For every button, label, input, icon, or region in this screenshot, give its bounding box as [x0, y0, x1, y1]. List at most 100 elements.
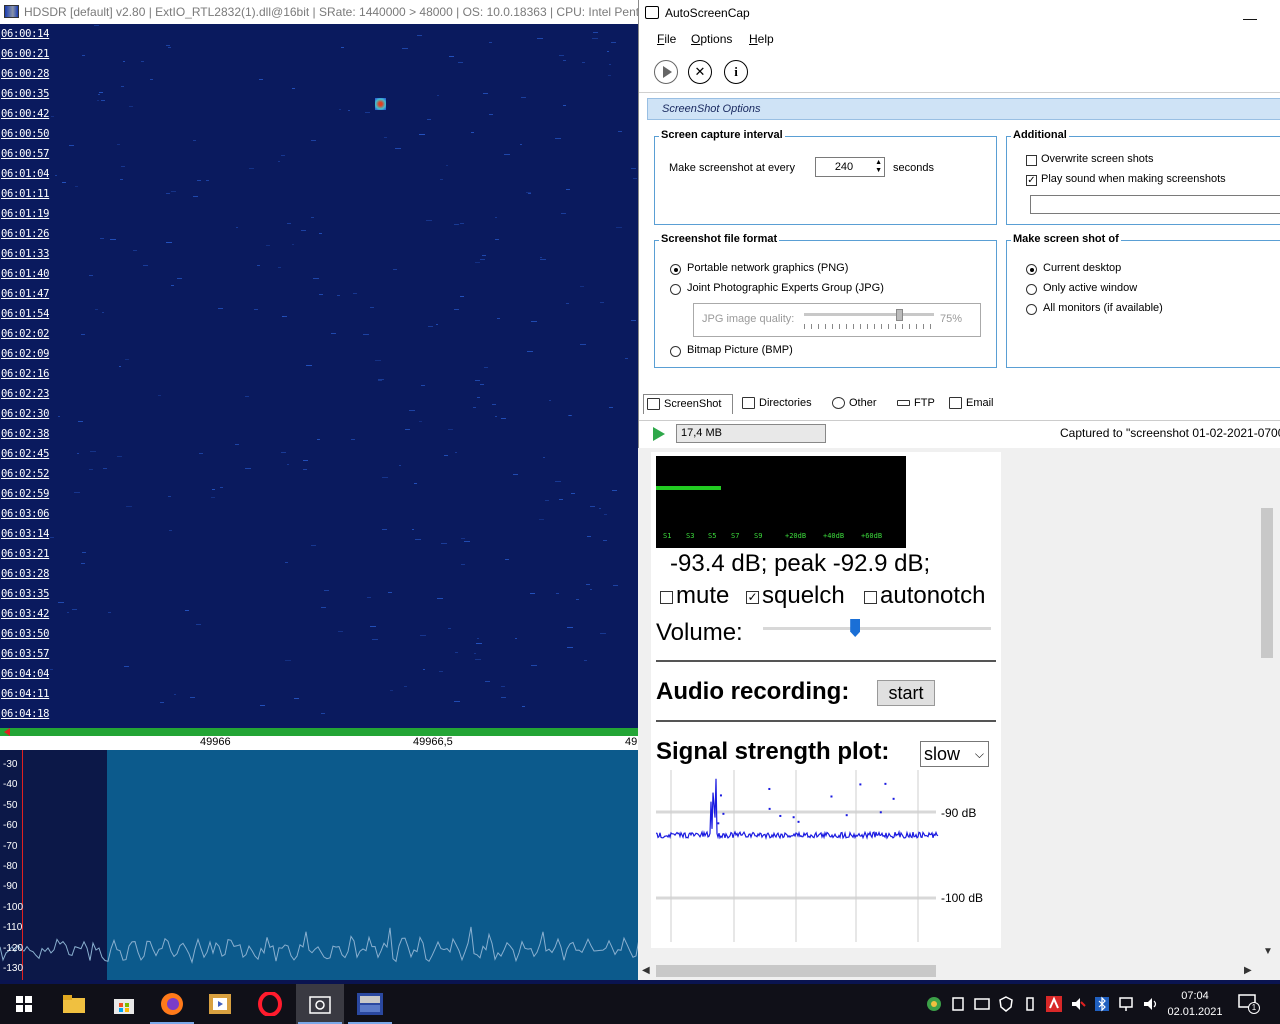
waterfall-noise: [384, 137, 387, 139]
antivirus-icon[interactable]: [1046, 996, 1062, 1012]
bmp-radio[interactable]: [670, 346, 681, 357]
info-button[interactable]: i: [724, 60, 748, 84]
spectrum-display[interactable]: [0, 750, 640, 980]
network-status-icon[interactable]: [926, 996, 942, 1012]
ethernet-icon[interactable]: [1118, 996, 1134, 1012]
sound-file-input[interactable]: [1030, 195, 1280, 214]
tab-screenshot[interactable]: ScreenShot: [643, 394, 733, 414]
frequency-bar[interactable]: [0, 728, 640, 736]
tab-other[interactable]: Other: [829, 394, 877, 414]
start-recording-button[interactable]: start: [877, 680, 935, 706]
waterfall-noise: [537, 38, 543, 40]
spectrum-db-label: -60: [3, 820, 18, 832]
waterfall-noise: [124, 666, 130, 668]
waterfall-noise: [448, 627, 451, 629]
scroll-right-icon[interactable]: ▶: [1244, 965, 1252, 976]
vertical-scroll-thumb[interactable]: [1261, 508, 1273, 658]
png-radio[interactable]: [670, 264, 681, 275]
waterfall-noise: [80, 562, 86, 564]
scroll-left-icon[interactable]: ◀: [642, 965, 650, 976]
security-shield-icon[interactable]: [998, 996, 1014, 1012]
waterfall-noise: [525, 191, 532, 193]
jpg-radio[interactable]: [670, 284, 681, 295]
taskbar-opera[interactable]: [246, 984, 294, 1024]
waterfall-noise: [421, 385, 426, 387]
waterfall-noise: [445, 164, 448, 166]
start-button[interactable]: [0, 984, 48, 1024]
waterfall-noise: [280, 451, 287, 453]
tab-directories[interactable]: Directories: [739, 394, 812, 414]
tune-marker-icon[interactable]: [4, 728, 10, 736]
bluetooth-icon[interactable]: [1094, 996, 1110, 1012]
device-icon[interactable]: [950, 996, 966, 1012]
menu-file[interactable]: File: [657, 32, 676, 46]
jpg-quality-track[interactable]: [804, 313, 934, 316]
taskbar-explorer[interactable]: [50, 984, 98, 1024]
waterfall-noise: [479, 384, 485, 386]
waterfall-noise: [592, 31, 599, 33]
volume-slider-track[interactable]: [763, 627, 991, 630]
waterfall-noise: [192, 139, 197, 141]
stop-capture-button[interactable]: ✕: [688, 60, 712, 84]
waterfall-noise: [382, 477, 388, 479]
play-sound-checkbox[interactable]: ✓: [1026, 175, 1037, 186]
spinner-arrows-icon[interactable]: ▲ ▼: [875, 159, 882, 175]
waterfall-noise: [464, 540, 471, 542]
taskbar-media[interactable]: [196, 984, 244, 1024]
autonotch-checkbox[interactable]: [864, 591, 877, 604]
waterfall-noise: [69, 144, 75, 146]
interval-value[interactable]: 240: [835, 161, 853, 173]
spectrum-db-label: -120: [3, 942, 24, 954]
plot-speed-select[interactable]: slow ⌵: [920, 741, 989, 767]
mute-checkbox[interactable]: [660, 591, 673, 604]
notification-center-button[interactable]: 1: [1238, 994, 1260, 1014]
waterfall-noise: [591, 38, 598, 40]
waterfall-noise: [607, 74, 611, 76]
horizontal-scroll-thumb[interactable]: [656, 965, 936, 977]
minimize-icon[interactable]: —: [1243, 5, 1257, 31]
signal-plot-label: Signal strength plot:: [656, 738, 890, 765]
horizontal-scrollbar[interactable]: ◀ ▶: [638, 962, 1258, 980]
waterfall-noise: [448, 55, 454, 57]
tab-ftp[interactable]: FTP: [894, 394, 935, 414]
display-icon[interactable]: [974, 996, 990, 1012]
usb-icon[interactable]: [1022, 996, 1038, 1012]
waterfall-noise: [377, 380, 382, 382]
menu-help[interactable]: Help: [749, 32, 774, 46]
tab-email[interactable]: Email: [946, 394, 994, 414]
system-clock[interactable]: 07:04 02.01.2021: [1162, 988, 1228, 1020]
waterfall-noise: [600, 632, 607, 634]
s-meter: S1 S3 S5 S7 S9 +20dB +40dB +60dB: [656, 456, 906, 548]
spectrum-db-label: -80: [3, 861, 18, 872]
volume-slider-thumb[interactable]: [850, 619, 861, 637]
waterfall-noise: [235, 226, 238, 228]
waterfall-display[interactable]: [0, 24, 640, 728]
waterfall-noise: [199, 453, 203, 455]
menu-options[interactable]: Options: [691, 32, 732, 46]
squelch-checkbox[interactable]: ✓: [746, 591, 759, 604]
waterfall-noise: [50, 536, 54, 538]
taskbar-autoscreencap[interactable]: [296, 984, 344, 1024]
vertical-scrollbar[interactable]: ▼: [1258, 448, 1276, 962]
play-icon[interactable]: [653, 427, 665, 441]
scroll-down-icon[interactable]: ▼: [1263, 946, 1273, 957]
interval-spinner[interactable]: 240 ▲ ▼: [815, 157, 885, 177]
waterfall-noise: [220, 487, 223, 489]
asc-title-bar[interactable]: AutoScreenCap —: [639, 0, 1280, 26]
taskbar-store[interactable]: [100, 984, 148, 1024]
folder-icon: [63, 995, 85, 1013]
waterfall-noise: [116, 455, 122, 457]
all-monitors-radio[interactable]: [1026, 304, 1037, 315]
taskbar-firefox[interactable]: [148, 984, 196, 1024]
active-window-radio[interactable]: [1026, 284, 1037, 295]
start-capture-button[interactable]: [654, 60, 678, 84]
waterfall-noise: [259, 705, 265, 707]
waterfall-noise: [625, 357, 629, 359]
jpg-quality-thumb[interactable]: [896, 309, 904, 321]
overwrite-checkbox[interactable]: [1026, 155, 1037, 166]
waterfall-noise: [132, 250, 137, 252]
current-desktop-radio[interactable]: [1026, 264, 1037, 275]
speaker-icon[interactable]: [1142, 996, 1158, 1012]
volume-muted-icon[interactable]: [1070, 996, 1086, 1012]
taskbar-hdsdr[interactable]: [346, 984, 394, 1024]
